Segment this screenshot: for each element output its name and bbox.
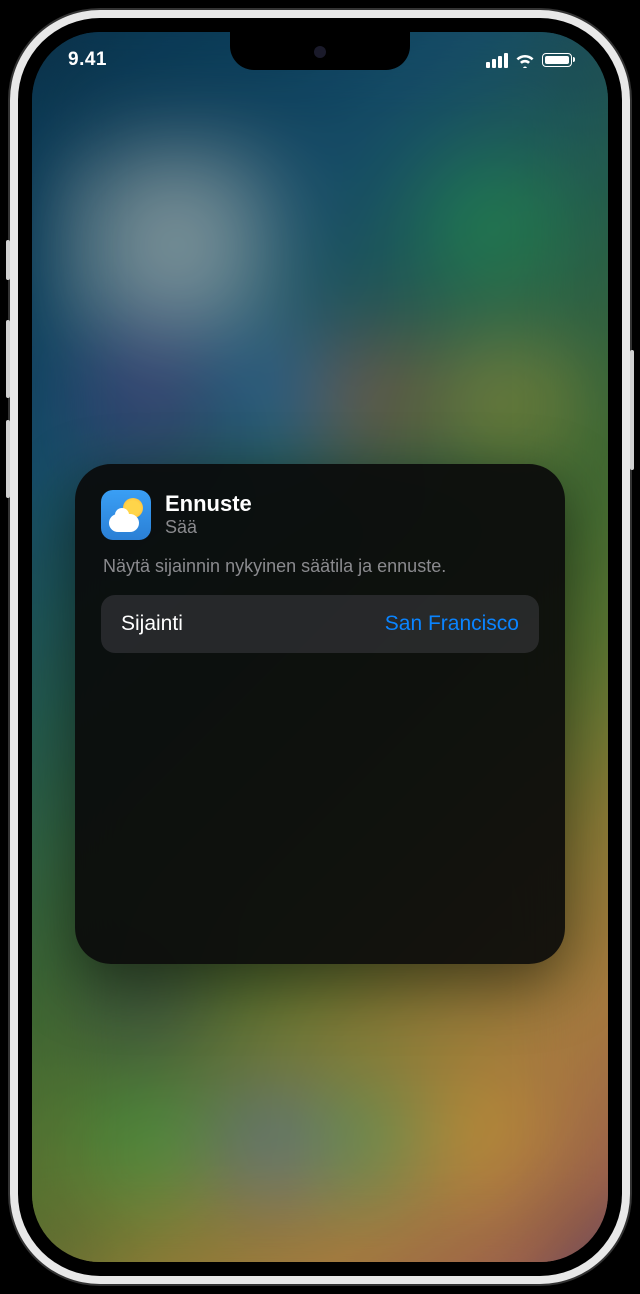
notch <box>230 32 410 70</box>
volume-up-button <box>6 320 10 398</box>
weather-app-icon <box>101 490 151 540</box>
battery-icon <box>542 53 572 67</box>
status-time: 9.41 <box>68 49 107 71</box>
widget-edit-panel: Ennuste Sää Näytä sijainnin nykyinen sää… <box>75 464 565 964</box>
screen: 9.41 <box>32 32 608 1262</box>
widget-description: Näytä sijainnin nykyinen säätila ja ennu… <box>101 556 539 577</box>
cellular-signal-icon <box>486 53 508 68</box>
option-label: Sijainti <box>121 612 183 636</box>
option-value: San Francisco <box>385 612 519 636</box>
silence-switch <box>6 240 10 280</box>
device-bezel: 9.41 <box>18 18 622 1276</box>
wifi-icon <box>515 53 535 68</box>
widget-header: Ennuste Sää <box>101 490 539 540</box>
power-button <box>630 350 634 470</box>
status-icons <box>486 53 572 68</box>
widget-title: Ennuste <box>165 491 252 517</box>
location-option-row[interactable]: Sijainti San Francisco <box>101 595 539 653</box>
volume-down-button <box>6 420 10 498</box>
widget-titles: Ennuste Sää <box>165 491 252 539</box>
widget-app-name: Sää <box>165 517 252 539</box>
device-frame: 9.41 <box>10 10 630 1284</box>
